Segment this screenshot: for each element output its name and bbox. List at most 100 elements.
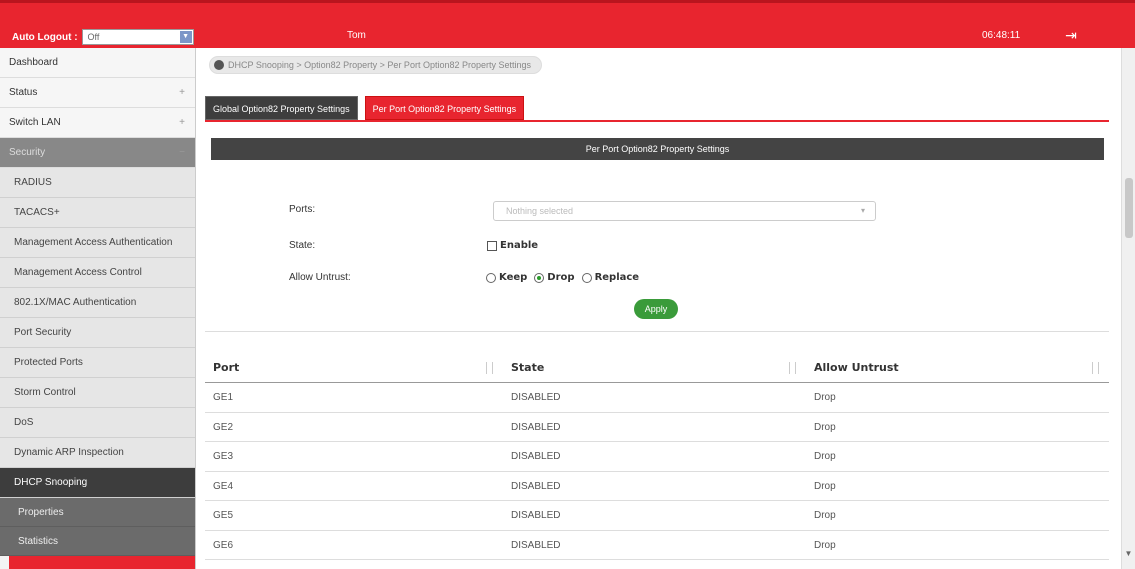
cell-port: GE6: [213, 539, 234, 551]
sidebar-item-tacacs[interactable]: TACACS+: [0, 198, 195, 228]
sidebar: Dashboard Status + Switch LAN + Security − …: [0, 48, 196, 569]
sort-icon: [789, 362, 796, 374]
ports-placeholder: Nothing selected: [506, 206, 574, 216]
clock: 06:48:11: [982, 30, 1021, 41]
sidebar-item-label: Security: [9, 147, 46, 158]
sidebar-item-option82-property[interactable]: [9, 556, 195, 569]
cell-untrust: Drop: [814, 451, 836, 462]
auto-logout-select[interactable]: Off ▼: [81, 29, 194, 45]
ports-label: Ports:: [289, 204, 316, 215]
top-bar: Auto Logout : Off ▼ Tom 06:48:11 ⇥: [0, 0, 1135, 48]
cell-state: DISABLED: [511, 392, 561, 403]
column-header-untrust[interactable]: Allow Untrust: [806, 353, 1109, 382]
sidebar-item-dhcp-snooping[interactable]: DHCP Snooping: [0, 468, 195, 498]
ports-row: Ports: Nothing selected ▾: [197, 201, 1097, 221]
radio-replace[interactable]: Replace: [581, 272, 640, 283]
cell-untrust: Drop: [814, 421, 836, 433]
chevron-down-icon: ▾: [860, 206, 865, 215]
radio-drop[interactable]: Drop: [534, 272, 575, 283]
chevron-down-icon: ▼: [179, 31, 192, 43]
sidebar-item-security[interactable]: Security −: [0, 138, 195, 168]
sidebar-item-statistics[interactable]: Statistics: [0, 527, 195, 556]
table-header: Port State Allow Untrust: [205, 353, 1109, 383]
ports-table: Port State Allow Untrust GE1 DISABLED Drop…: [205, 353, 1109, 560]
cell-state: DISABLED: [511, 480, 561, 492]
untrust-radio-group: Keep Drop Replace: [486, 272, 646, 283]
cell-port: GE4: [213, 480, 234, 492]
table-row[interactable]: GE5 DISABLED Drop: [205, 501, 1109, 531]
cell-port: GE1: [213, 392, 234, 403]
tab-per-port-option82[interactable]: Per Port Option82 Property Settings: [364, 96, 525, 120]
sidebar-item-properties[interactable]: Properties: [0, 498, 195, 527]
table-row[interactable]: GE4 DISABLED Drop: [205, 472, 1109, 501]
table-row[interactable]: GE1 DISABLED Drop: [205, 383, 1109, 413]
scroll-down-icon[interactable]: ▼: [1123, 548, 1134, 559]
sidebar-item-storm-control[interactable]: Storm Control: [0, 378, 195, 408]
expand-icon: +: [179, 117, 185, 128]
radio-selected-icon: [534, 272, 545, 283]
state-enable-checkbox[interactable]: Enable: [487, 240, 538, 251]
location-icon: [214, 60, 224, 70]
untrust-row: Allow Untrust: Keep Drop Replace: [197, 269, 1097, 289]
column-header-label: Port: [213, 361, 240, 374]
column-header-port[interactable]: Port: [205, 353, 503, 382]
sidebar-item-radius[interactable]: RADIUS: [0, 168, 195, 198]
tab-underline: [205, 120, 1109, 122]
username: Tom: [347, 30, 366, 41]
cell-untrust: Drop: [814, 539, 836, 551]
cell-untrust: Drop: [814, 392, 836, 403]
tab-bar: Global Option82 Property Settings Per Po…: [205, 96, 531, 120]
cell-state: DISABLED: [511, 539, 561, 551]
sidebar-item-dashboard[interactable]: Dashboard: [0, 48, 195, 78]
radio-replace-label: Replace: [594, 272, 640, 283]
column-header-label: Allow Untrust: [814, 361, 899, 374]
state-enable-label: Enable: [500, 240, 539, 251]
sidebar-item-8021x[interactable]: 802.1X/MAC Authentication: [0, 288, 195, 318]
table-row[interactable]: GE2 DISABLED Drop: [205, 413, 1109, 442]
sidebar-item-dos[interactable]: DoS: [0, 408, 195, 438]
breadcrumb: DHCP Snooping > Option82 Property > Per …: [209, 56, 543, 74]
ports-select[interactable]: Nothing selected ▾: [493, 201, 876, 221]
divider: [205, 331, 1109, 332]
sidebar-item-mgmt-access-control[interactable]: Management Access Control: [0, 258, 195, 288]
scroll-thumb[interactable]: [1125, 178, 1133, 238]
radio-icon: [486, 272, 496, 283]
sidebar-item-protected-ports[interactable]: Protected Ports: [0, 348, 195, 378]
table-row[interactable]: GE3 DISABLED Drop: [205, 442, 1109, 472]
cell-state: DISABLED: [511, 451, 561, 462]
cell-port: GE2: [213, 421, 234, 433]
expand-icon: +: [179, 87, 185, 98]
breadcrumb-text: DHCP Snooping > Option82 Property > Per …: [228, 60, 532, 70]
page-scrollbar[interactable]: ▼: [1121, 48, 1135, 569]
logout-icon[interactable]: ⇥: [1060, 25, 1082, 45]
auto-logout: Auto Logout : Off ▼: [12, 29, 194, 45]
cell-port: GE5: [213, 510, 234, 521]
untrust-label: Allow Untrust:: [289, 272, 351, 283]
cell-untrust: Drop: [814, 480, 836, 492]
radio-keep-label: Keep: [499, 272, 528, 283]
tab-global-option82[interactable]: Global Option82 Property Settings: [205, 96, 358, 120]
sort-icon: [486, 362, 493, 374]
radio-drop-label: Drop: [547, 272, 575, 283]
auto-logout-value: Off: [87, 32, 100, 42]
sidebar-item-status[interactable]: Status +: [0, 78, 195, 108]
sidebar-item-port-security[interactable]: Port Security: [0, 318, 195, 348]
sidebar-item-switch-lan[interactable]: Switch LAN +: [0, 108, 195, 138]
cell-untrust: Drop: [814, 510, 836, 521]
apply-button[interactable]: Apply: [634, 299, 678, 319]
collapse-icon: −: [179, 147, 185, 158]
sidebar-item-dynamic-arp[interactable]: Dynamic ARP Inspection: [0, 438, 195, 468]
main-content: DHCP Snooping > Option82 Property > Per …: [197, 48, 1121, 569]
cell-port: GE3: [213, 451, 234, 462]
table-row[interactable]: GE6 DISABLED Drop: [205, 531, 1109, 560]
cell-state: DISABLED: [511, 510, 561, 521]
sidebar-item-mgmt-access-auth[interactable]: Management Access Authentication: [0, 228, 195, 258]
column-header-label: State: [511, 361, 545, 374]
sidebar-item-label: Dashboard: [9, 57, 58, 68]
auto-logout-label: Auto Logout :: [12, 31, 78, 43]
column-header-state[interactable]: State: [503, 353, 806, 382]
sort-icon: [1092, 362, 1099, 374]
radio-keep[interactable]: Keep: [486, 272, 527, 283]
state-label: State:: [289, 240, 316, 251]
state-row: State: Enable: [197, 237, 1097, 257]
